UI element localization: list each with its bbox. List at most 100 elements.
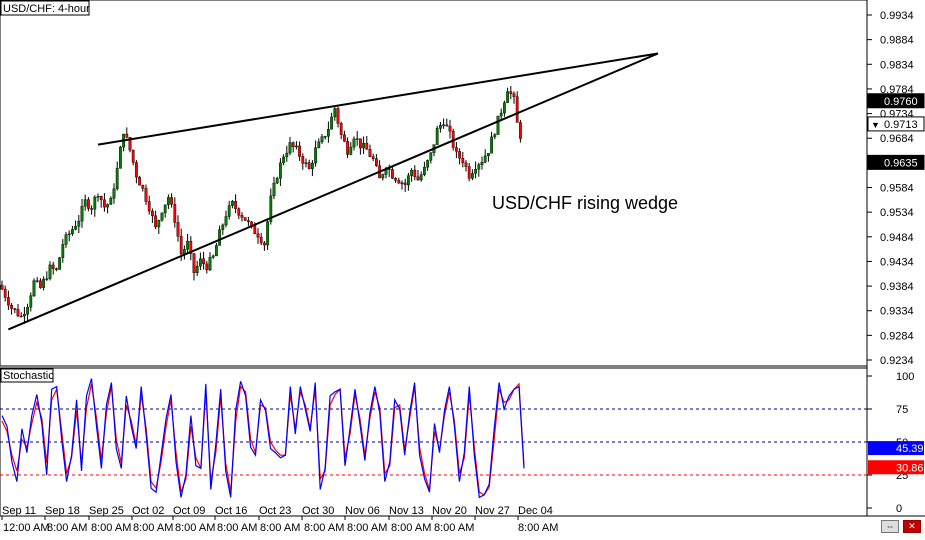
x-time-label: 8:00 AM <box>434 522 474 534</box>
stoch-series-pct-d <box>1 382 525 496</box>
candle-body <box>256 233 260 238</box>
x-time-label: 8:00 AM <box>391 522 431 534</box>
candle-body <box>474 169 477 174</box>
candle-body <box>311 162 314 169</box>
candle-body <box>29 295 33 308</box>
candle-body <box>237 208 241 216</box>
x-date-label: Oct 09 <box>173 505 205 517</box>
candle-body <box>253 225 257 235</box>
candle-body <box>455 147 458 152</box>
price-tick-label: 0.9684 <box>880 133 914 145</box>
scroll-chart-icon[interactable]: ⇔ <box>881 520 899 533</box>
candle-body <box>320 136 324 143</box>
price-panel-title: USD/CHF: 4-hour <box>3 3 90 15</box>
candle-body <box>467 166 471 179</box>
candle-body <box>186 240 189 250</box>
stoch-tick-label: 0 <box>896 503 902 515</box>
candle-body <box>106 204 110 208</box>
stoch-tick-label: 75 <box>896 404 908 416</box>
candle-body <box>410 169 413 176</box>
price-tick-label: 0.9934 <box>880 10 914 22</box>
candle-body <box>246 220 250 223</box>
candle-body <box>67 233 71 236</box>
candle-body <box>208 257 212 271</box>
candle-body <box>157 220 161 228</box>
candle-body <box>461 157 465 164</box>
candle-body <box>301 156 305 164</box>
trendline-lower <box>8 52 659 331</box>
candle-body <box>202 258 205 265</box>
candle-body <box>166 197 170 205</box>
candle-body <box>51 264 55 269</box>
price-tick-label: 0.9584 <box>880 183 914 195</box>
candle-body <box>426 160 429 168</box>
candle-body <box>304 162 308 164</box>
candle-body <box>442 124 445 126</box>
candle-body <box>371 156 375 159</box>
candle-body <box>118 146 122 169</box>
trendline-upper <box>97 52 659 146</box>
candle-body <box>512 93 516 97</box>
candle-body <box>464 162 468 167</box>
candle-body <box>317 141 321 148</box>
candle-body <box>39 280 42 288</box>
candle-body <box>90 208 94 210</box>
candle-body <box>439 125 442 129</box>
candle-body <box>45 278 49 280</box>
candle-body <box>230 201 234 206</box>
price-tick-label: 0.9834 <box>880 59 914 71</box>
candle-body <box>176 222 180 237</box>
candle-body <box>83 199 87 207</box>
chart-canvas[interactable]: 0.99340.98840.98340.97840.97340.96840.96… <box>0 0 925 535</box>
price-tick-label: 0.9234 <box>880 355 914 367</box>
candle-body <box>496 115 500 135</box>
candle-body <box>80 206 84 222</box>
stoch-series-pct-k <box>1 378 525 499</box>
candle-body <box>285 152 289 158</box>
candle-body <box>173 204 177 223</box>
time-axis: Sep 11 Sep 18 Sep 25 Oct 02 Oct 09 Oct 16 Oct … <box>1 505 558 534</box>
close-icon[interactable]: ✕ <box>903 520 921 533</box>
stoch-lines <box>1 378 525 499</box>
candle-body <box>288 142 292 154</box>
candle-body <box>487 153 490 157</box>
candle-body <box>227 205 231 217</box>
candle-body <box>493 134 497 138</box>
candle-body <box>160 212 164 221</box>
candle-body <box>339 123 343 135</box>
x-time-label: 8:00 AM <box>347 522 387 534</box>
candle-body <box>279 162 282 179</box>
x-date-label: Oct 30 <box>302 505 334 517</box>
candle-body <box>375 158 378 166</box>
candle-body <box>35 280 39 282</box>
candle-body <box>26 306 29 315</box>
candle-body <box>314 147 317 164</box>
candle-body <box>19 315 23 318</box>
candle-body <box>6 297 10 306</box>
candle-body <box>419 174 423 181</box>
x-time-label: 8:00 AM <box>91 522 131 534</box>
price-tick-label: 0.9484 <box>880 232 914 244</box>
candle-body <box>352 138 356 148</box>
stoch-tag-label: 30.86 <box>896 462 924 474</box>
candle-body <box>368 149 372 157</box>
candle-body <box>195 265 199 274</box>
x-time-label: 8:00 AM <box>518 522 558 534</box>
candle-body <box>0 284 4 290</box>
price-tags: 0.9760 0.9713 ▼ 0.9635 <box>867 93 925 170</box>
candle-body <box>298 145 301 157</box>
candle-body <box>93 197 97 210</box>
candle-body <box>330 116 333 130</box>
candle-body <box>64 234 68 245</box>
candle-body <box>435 128 439 145</box>
window-controls: ⇔ ✕ <box>881 520 921 533</box>
x-time-label: 8:00 AM <box>217 522 257 534</box>
candle-body <box>307 162 311 169</box>
trendlines <box>8 52 659 331</box>
price-tag-label: 0.9713 <box>884 119 918 131</box>
stoch-tick-label: 100 <box>896 371 914 383</box>
candle-body <box>355 138 359 140</box>
candle-body <box>272 182 276 197</box>
candle-body <box>362 142 365 149</box>
candle-body <box>163 204 167 214</box>
